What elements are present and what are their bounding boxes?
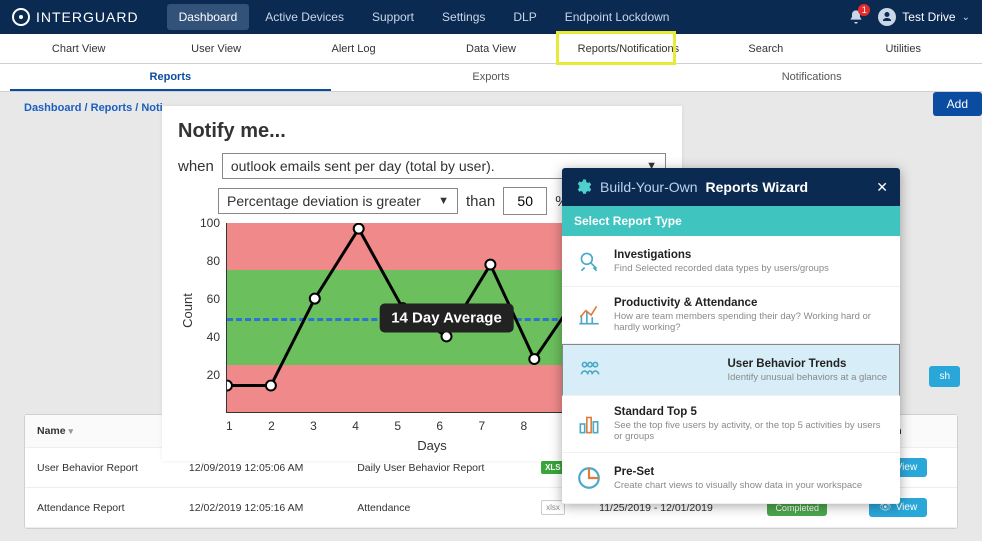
topbar-right: 1 Test Drive ⌄ xyxy=(848,8,970,26)
deviation-select-value: Percentage deviation is greater xyxy=(227,193,421,209)
th-name[interactable]: Name ▾ xyxy=(25,415,177,448)
logo-eye-icon xyxy=(12,8,30,26)
notifications-bell[interactable]: 1 xyxy=(848,9,864,25)
cell-name: Attendance Report xyxy=(25,488,177,528)
subnav-chart-view[interactable]: Chart View xyxy=(10,34,147,63)
wizard-item-investigations[interactable]: InvestigationsFind Selected recorded dat… xyxy=(562,236,900,287)
subnav-utilities[interactable]: Utilities xyxy=(835,34,972,63)
wizard-item-preset[interactable]: Pre-SetCreate chart views to visually sh… xyxy=(562,453,900,504)
subtabs: Reports Exports Notifications xyxy=(0,64,982,92)
subnav-user-view[interactable]: User View xyxy=(147,34,284,63)
than-label: than xyxy=(466,193,495,210)
wizard-item-top5[interactable]: Standard Top 5See the top five users by … xyxy=(562,396,900,453)
nav-endpoint-lockdown[interactable]: Endpoint Lockdown xyxy=(553,4,682,30)
average-label: 14 Day Average xyxy=(379,303,514,332)
when-select-value: outlook emails sent per day (total by us… xyxy=(231,158,495,174)
nav-support[interactable]: Support xyxy=(360,4,426,30)
reports-wizard: Build-Your-Own Reports Wizard ✕ Select R… xyxy=(562,168,900,504)
chevron-down-icon: ▼ xyxy=(438,195,449,207)
subnav: Chart View User View Alert Log Data View… xyxy=(0,34,982,64)
cell-name: User Behavior Report xyxy=(25,448,177,488)
subtab-notifications[interactable]: Notifications xyxy=(651,64,972,91)
wizard-item-user-behavior[interactable]: User Behavior TrendsIdentify unusual beh… xyxy=(562,344,900,396)
wizard-item-productivity[interactable]: Productivity & AttendanceHow are team me… xyxy=(562,287,900,344)
subtab-reports[interactable]: Reports xyxy=(10,64,331,91)
nav-dashboard[interactable]: Dashboard xyxy=(167,4,250,30)
wizard-subtitle: Select Report Type xyxy=(562,206,900,236)
cell-ts: 12/02/2019 12:05:16 AM xyxy=(177,488,345,528)
x-axis-label: Days xyxy=(417,438,447,453)
avatar-icon xyxy=(878,8,896,26)
subnav-search[interactable]: Search xyxy=(697,34,834,63)
chevron-down-icon: ⌄ xyxy=(962,12,970,23)
y-axis: 100 80 60 40 20 xyxy=(192,223,222,413)
user-menu[interactable]: Test Drive ⌄ xyxy=(878,8,970,26)
subnav-alert-log[interactable]: Alert Log xyxy=(285,34,422,63)
when-label: when xyxy=(178,158,214,175)
nav-dlp[interactable]: DLP xyxy=(501,4,548,30)
top5-icon xyxy=(574,409,604,439)
threshold-input[interactable] xyxy=(503,187,547,215)
notify-title: Notify me... xyxy=(178,120,666,143)
wizard-title-bold: Reports Wizard xyxy=(706,179,809,195)
sort-icon: ▾ xyxy=(69,426,74,436)
add-button[interactable]: Add xyxy=(933,92,982,116)
productivity-icon xyxy=(574,300,604,330)
subtab-exports[interactable]: Exports xyxy=(331,64,652,91)
nav-active-devices[interactable]: Active Devices xyxy=(253,4,356,30)
top-nav: Dashboard Active Devices Support Setting… xyxy=(167,4,682,30)
notif-badge: 1 xyxy=(858,4,870,16)
brand-logo: INTERGUARD xyxy=(12,8,139,26)
user-name: Test Drive xyxy=(902,10,955,24)
brand-name: INTERGUARD xyxy=(36,9,139,25)
subnav-reports-notifications[interactable]: Reports/Notifications xyxy=(560,34,697,63)
user-behavior-icon xyxy=(575,355,605,385)
close-icon[interactable]: ✕ xyxy=(876,179,888,196)
investigations-icon xyxy=(574,246,604,276)
refresh-button[interactable]: sh xyxy=(929,366,960,387)
gear-icon xyxy=(574,178,592,196)
topbar: INTERGUARD Dashboard Active Devices Supp… xyxy=(0,0,982,34)
nav-settings[interactable]: Settings xyxy=(430,4,497,30)
wizard-title-light: Build-Your-Own xyxy=(600,179,698,195)
subnav-data-view[interactable]: Data View xyxy=(422,34,559,63)
wizard-header: Build-Your-Own Reports Wizard ✕ xyxy=(562,168,900,206)
preset-icon xyxy=(574,463,604,493)
deviation-select[interactable]: Percentage deviation is greater ▼ xyxy=(218,188,458,214)
cell-desc: Attendance xyxy=(345,488,529,528)
